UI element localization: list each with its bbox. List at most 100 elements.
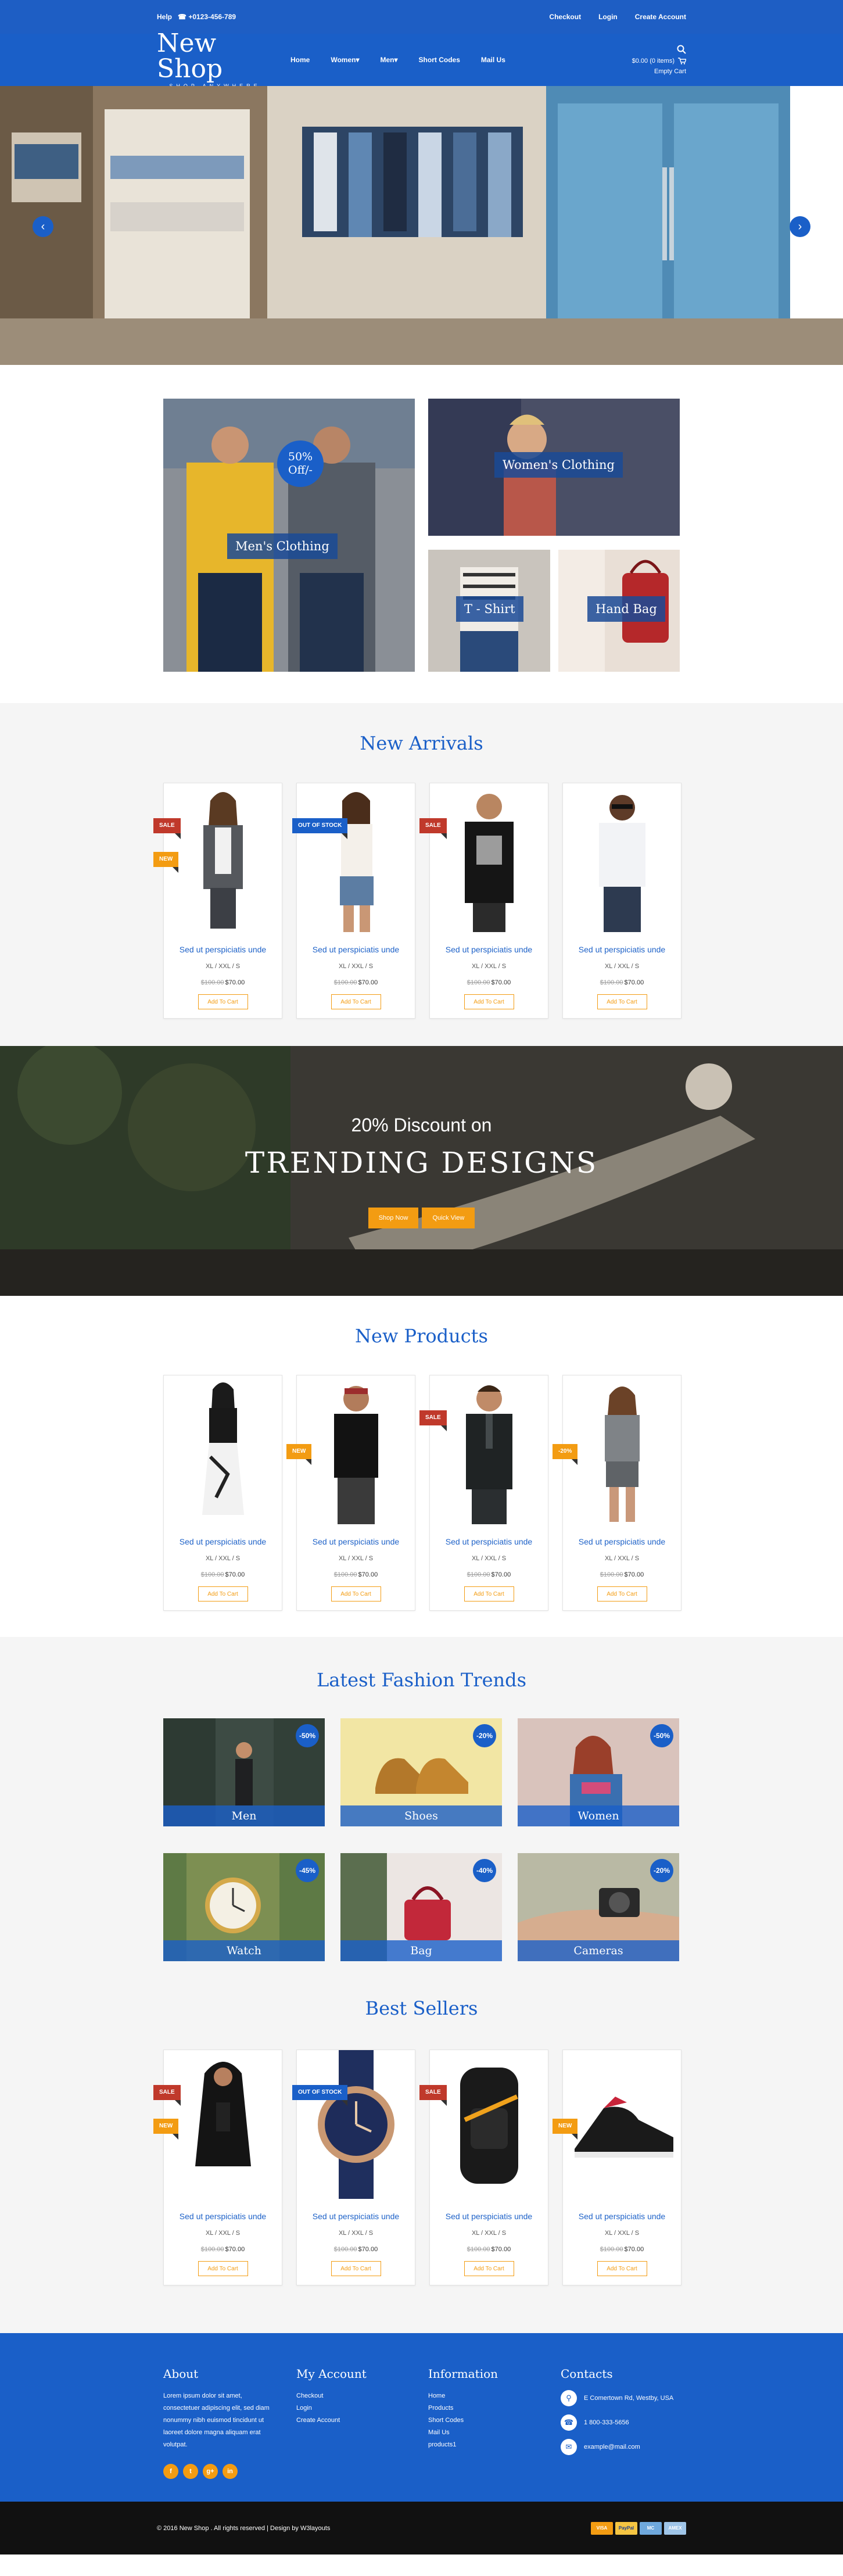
- product-card[interactable]: SALE Sed ut perspiciatis unde XL / XXL /…: [419, 1375, 548, 1611]
- contact-email-link[interactable]: example@mail.com: [584, 2444, 640, 2450]
- new-price: $70.00: [491, 979, 511, 986]
- phone-icon: ☎: [178, 13, 186, 21]
- tile-handbag[interactable]: Hand Bag: [558, 550, 680, 672]
- new-products-cards: Sed ut perspiciatis unde XL / XXL / S $1…: [163, 1375, 681, 1611]
- menu-short-codes[interactable]: Short Codes: [419, 56, 460, 64]
- add-to-cart-button[interactable]: Add To Cart: [198, 1586, 248, 1602]
- quick-view-button[interactable]: Quick View: [422, 1208, 475, 1228]
- product-name[interactable]: Sed ut perspiciatis unde: [430, 945, 548, 954]
- trend-cameras[interactable]: -20% Cameras: [518, 1853, 679, 1961]
- cart-area: $0.00 (0 items) Empty Cart: [632, 45, 686, 75]
- add-to-cart-button[interactable]: Add To Cart: [331, 2261, 381, 2276]
- tile-label-womens[interactable]: Women's Clothing: [494, 452, 623, 478]
- menu-home[interactable]: Home: [290, 56, 310, 64]
- product-name[interactable]: Sed ut perspiciatis unde: [297, 1537, 415, 1546]
- footer-about: About Lorem ipsum dolor sit amet, consec…: [163, 2367, 291, 2479]
- trend-label-men[interactable]: Men: [163, 1805, 325, 1826]
- cart-button[interactable]: $0.00 (0 items): [632, 58, 686, 65]
- tile-label-handbag[interactable]: Hand Bag: [587, 596, 665, 622]
- hero-store-image: [0, 86, 843, 365]
- add-to-cart-button[interactable]: Add To Cart: [464, 994, 514, 1009]
- add-to-cart-button[interactable]: Add To Cart: [198, 2261, 248, 2276]
- add-to-cart-button[interactable]: Add To Cart: [198, 994, 248, 1009]
- tag-discount-text: -20%: [558, 1448, 572, 1454]
- product-name[interactable]: Sed ut perspiciatis unde: [563, 1537, 681, 1546]
- trend-label-shoes[interactable]: Shoes: [340, 1805, 502, 1826]
- footer-link-login[interactable]: Login: [296, 2405, 312, 2412]
- shop-now-button[interactable]: Shop Now: [368, 1208, 419, 1228]
- product-card[interactable]: SALE Sed ut perspiciatis unde XL / XXL /…: [419, 783, 548, 1019]
- add-to-cart-button[interactable]: Add To Cart: [331, 1586, 381, 1602]
- tile-mens-clothing[interactable]: 50% Off/- Men's Clothing: [163, 399, 415, 672]
- add-to-cart-button[interactable]: Add To Cart: [597, 2261, 647, 2276]
- add-to-cart-button[interactable]: Add To Cart: [464, 2261, 514, 2276]
- footer-link-home[interactable]: Home: [428, 2392, 445, 2399]
- trend-men[interactable]: -50% Men: [163, 1718, 325, 1826]
- product-name[interactable]: Sed ut perspiciatis unde: [430, 2212, 548, 2221]
- menu-men[interactable]: Men▾: [381, 56, 398, 64]
- trend-women[interactable]: -50% Women: [518, 1718, 679, 1826]
- tag-sale: SALE: [153, 2085, 181, 2106]
- product-name[interactable]: Sed ut perspiciatis unde: [164, 945, 282, 954]
- product-card[interactable]: NEW Sed ut perspiciatis unde XL / XXL / …: [553, 2050, 681, 2285]
- tile-tshirt[interactable]: T - Shirt: [428, 550, 550, 672]
- product-card[interactable]: NEW Sed ut perspiciatis unde XL / XXL / …: [286, 1375, 415, 1611]
- product-card[interactable]: SALE NEW Sed ut perspiciatis unde XL / X…: [153, 783, 282, 1019]
- checkout-link[interactable]: Checkout: [549, 13, 581, 21]
- trend-label-watch[interactable]: Watch: [163, 1940, 325, 1961]
- footer-link-products1[interactable]: products1: [428, 2441, 456, 2448]
- slider-next-button[interactable]: ›: [790, 216, 810, 237]
- search-icon[interactable]: [677, 45, 686, 54]
- product-card[interactable]: OUT OF STOCK Sed ut perspiciatis unde XL…: [292, 2050, 415, 2285]
- slider-prev-button[interactable]: ‹: [33, 216, 53, 237]
- facebook-icon[interactable]: f: [163, 2464, 178, 2479]
- add-to-cart-button[interactable]: Add To Cart: [597, 1586, 647, 1602]
- login-link[interactable]: Login: [598, 13, 618, 21]
- product-name[interactable]: Sed ut perspiciatis unde: [297, 945, 415, 954]
- trends-section: Latest Fashion Trends -50% Men -20% Shoe…: [0, 1637, 843, 1986]
- product-name[interactable]: Sed ut perspiciatis unde: [297, 2212, 415, 2221]
- trend-bag[interactable]: -40% Bag: [340, 1853, 502, 1961]
- footer-link-products[interactable]: Products: [428, 2405, 453, 2412]
- product-name[interactable]: Sed ut perspiciatis unde: [563, 945, 681, 954]
- tag-new-text: NEW: [292, 1448, 306, 1454]
- add-to-cart-button[interactable]: Add To Cart: [597, 994, 647, 1009]
- add-to-cart-button[interactable]: Add To Cart: [464, 1586, 514, 1602]
- product-name[interactable]: Sed ut perspiciatis unde: [563, 2212, 681, 2221]
- product-card[interactable]: SALE NEW Sed ut perspiciatis unde XL / X…: [153, 2050, 282, 2285]
- logo[interactable]: New Shop SHOP ANYWHERE: [157, 31, 273, 89]
- product-card[interactable]: OUT OF STOCK Sed ut perspiciatis unde XL…: [292, 783, 415, 1019]
- product-name[interactable]: Sed ut perspiciatis unde: [430, 1537, 548, 1546]
- twitter-icon[interactable]: t: [183, 2464, 198, 2479]
- trend-label-bag[interactable]: Bag: [340, 1940, 502, 1961]
- footer-link-mail-us[interactable]: Mail Us: [428, 2429, 450, 2436]
- product-name[interactable]: Sed ut perspiciatis unde: [164, 2212, 282, 2221]
- menu-women[interactable]: Women▾: [331, 56, 359, 64]
- trend-label-cameras[interactable]: Cameras: [518, 1940, 679, 1961]
- product-card[interactable]: SALE Sed ut perspiciatis unde XL / XXL /…: [419, 2050, 548, 2285]
- google-plus-icon[interactable]: g+: [203, 2464, 218, 2479]
- tile-womens-clothing[interactable]: Women's Clothing: [428, 399, 680, 536]
- help-link[interactable]: Help: [157, 13, 172, 21]
- product-price: $100.00 $70.00: [430, 2246, 548, 2253]
- offer-badge: 50% Off/-: [277, 440, 324, 487]
- trend-watch[interactable]: -45% Watch: [163, 1853, 325, 1961]
- add-to-cart-button[interactable]: Add To Cart: [331, 994, 381, 1009]
- create-account-link[interactable]: Create Account: [635, 13, 686, 21]
- trend-label-women[interactable]: Women: [518, 1805, 679, 1826]
- tile-label-tshirt[interactable]: T - Shirt: [456, 596, 523, 622]
- footer-link-create-account[interactable]: Create Account: [296, 2417, 340, 2424]
- product-card[interactable]: -20% Sed ut perspiciatis unde XL / XXL /…: [553, 1375, 681, 1611]
- linkedin-icon[interactable]: in: [223, 2464, 238, 2479]
- old-price: $100.00: [333, 2246, 357, 2253]
- product-image: [430, 2050, 548, 2199]
- trend-shoes[interactable]: -20% Shoes: [340, 1718, 502, 1826]
- tile-label-mens[interactable]: Men's Clothing: [227, 533, 338, 559]
- footer-link-checkout[interactable]: Checkout: [296, 2392, 323, 2399]
- product-card[interactable]: Sed ut perspiciatis unde XL / XXL / S $1…: [562, 783, 681, 1019]
- product-card[interactable]: Sed ut perspiciatis unde XL / XXL / S $1…: [163, 1375, 282, 1611]
- product-name[interactable]: Sed ut perspiciatis unde: [164, 1537, 282, 1546]
- footer-link-short-codes[interactable]: Short Codes: [428, 2417, 464, 2424]
- product-image: [297, 783, 415, 932]
- menu-mail-us[interactable]: Mail Us: [481, 56, 505, 64]
